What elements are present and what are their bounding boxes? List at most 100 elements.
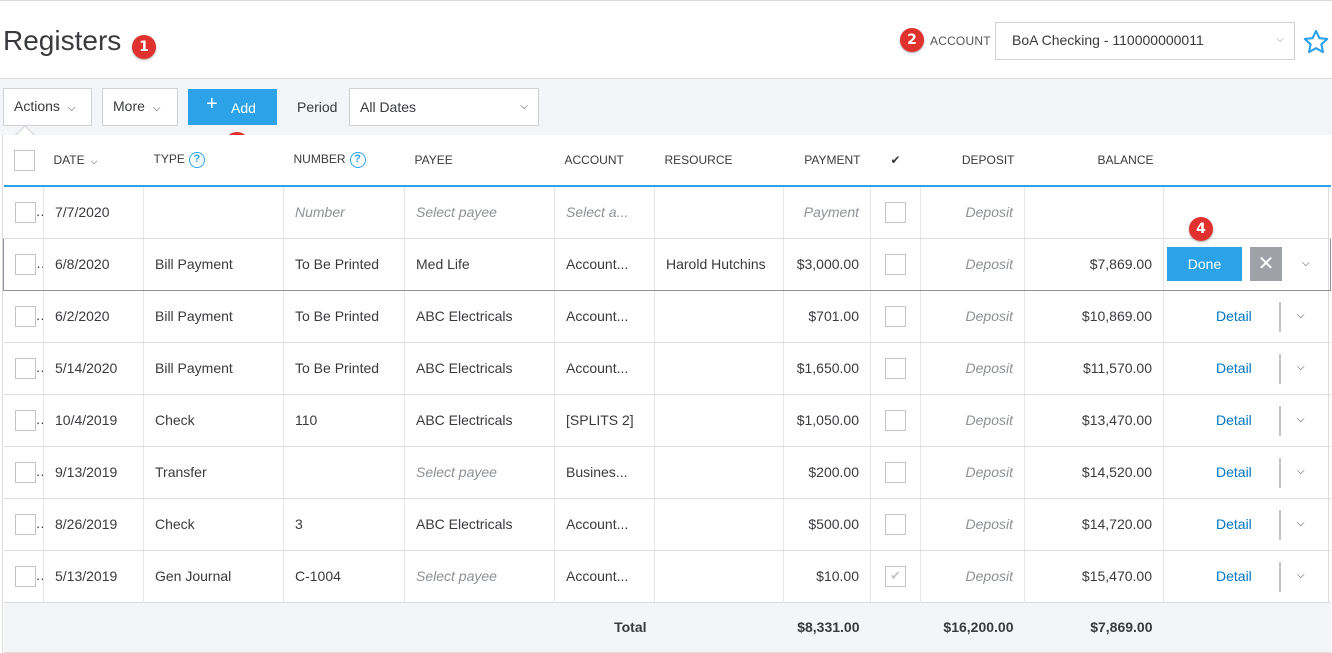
deposit-cell: Deposit bbox=[920, 290, 1025, 343]
new-cleared-cell bbox=[870, 186, 921, 239]
date-cell: 5/13/2019 bbox=[43, 550, 144, 603]
annotation-badge-1: 1 bbox=[132, 35, 156, 59]
resource-cell bbox=[654, 498, 784, 551]
deposit-cell: Deposit bbox=[920, 394, 1025, 447]
cleared-cell bbox=[870, 498, 921, 551]
plus-icon: + bbox=[206, 93, 218, 115]
row-checkbox[interactable] bbox=[14, 513, 36, 535]
new-number-input[interactable]: Number bbox=[283, 186, 405, 239]
payment-cell: $1,050.00 bbox=[783, 394, 871, 447]
row-checkbox[interactable] bbox=[15, 253, 36, 275]
cleared-checkbox[interactable] bbox=[885, 513, 906, 535]
select-all-cell bbox=[3, 135, 44, 187]
row-actions-cell: Detail ⌵ bbox=[1163, 290, 1331, 343]
balance-cell: $14,720.00 bbox=[1024, 498, 1164, 551]
new-account-select[interactable]: Select a... bbox=[554, 186, 655, 239]
row-actions-cell: Detail ⌵ bbox=[1163, 342, 1331, 395]
row-select-cell bbox=[3, 290, 44, 343]
period-select[interactable]: All Dates ⌵ bbox=[349, 88, 539, 126]
total-resource-spacer bbox=[654, 602, 784, 653]
number-cell: 3 bbox=[283, 498, 405, 551]
detail-link[interactable]: Detail bbox=[1216, 568, 1252, 584]
table-row[interactable]: 8/26/2019 Check 3 ABC Electricals Account...… bbox=[3, 498, 1331, 551]
close-icon[interactable]: ✕ bbox=[1250, 247, 1282, 281]
number-cell: C-1004 bbox=[283, 550, 405, 603]
detail-link[interactable]: Detail bbox=[1216, 412, 1252, 428]
type-cell: Bill Payment bbox=[143, 290, 284, 343]
cleared-checkbox[interactable] bbox=[885, 253, 906, 275]
totals-row: Total $8,331.00 $16,200.00 $7,869.00 bbox=[3, 602, 1331, 653]
table-row[interactable]: 5/14/2020 Bill Payment To Be Printed ABC El… bbox=[3, 342, 1331, 395]
row-select-cell bbox=[3, 237, 44, 291]
col-payment: PAYMENT bbox=[783, 135, 871, 187]
date-cell: 6/8/2020 bbox=[43, 237, 144, 291]
add-button[interactable]: + Add bbox=[188, 89, 277, 125]
cleared-checkbox[interactable] bbox=[885, 461, 906, 483]
detail-link[interactable]: Detail bbox=[1216, 464, 1252, 480]
table-header-row: DATE ⌵ TYPE? NUMBER? PAYEE ACCOUNT RESOUR… bbox=[3, 135, 1331, 187]
total-actions-spacer bbox=[1163, 602, 1331, 653]
balance-cell: $7,869.00 bbox=[1024, 237, 1164, 291]
chevron-down-icon[interactable]: ⌵ bbox=[1297, 414, 1305, 425]
col-balance: BALANCE bbox=[1024, 135, 1164, 187]
new-date-cell[interactable]: 7/7/2020 bbox=[43, 186, 144, 239]
table-row[interactable]: 10/4/2019 Check 110 ABC Electricals [SPLITS … bbox=[3, 394, 1331, 447]
new-payee-select[interactable]: Select payee bbox=[404, 186, 555, 239]
row-checkbox[interactable] bbox=[14, 201, 36, 223]
account-label: ACCOUNT bbox=[930, 34, 991, 48]
row-checkbox[interactable] bbox=[14, 565, 36, 587]
table-row[interactable]: 5/13/2019 Gen Journal C-1004 Select payee Ac… bbox=[3, 550, 1331, 603]
account-select[interactable]: BoA Checking - 110000000011 ⌵ bbox=[995, 22, 1295, 60]
help-circle-icon[interactable]: ? bbox=[349, 152, 366, 168]
row-select-cell bbox=[3, 550, 44, 603]
register-grid: DATE ⌵ TYPE? NUMBER? PAYEE ACCOUNT RESOUR… bbox=[2, 135, 1331, 653]
table-row[interactable]: 6/2/2020 Bill Payment To Be Printed ABC Ele… bbox=[3, 290, 1331, 343]
col-date[interactable]: DATE ⌵ bbox=[43, 135, 144, 187]
row-checkbox[interactable] bbox=[14, 305, 36, 327]
number-cell: To Be Printed bbox=[283, 290, 405, 343]
new-deposit-input[interactable]: Deposit bbox=[920, 186, 1025, 239]
col-resource: RESOURCE bbox=[654, 135, 784, 187]
table-row[interactable]: 9/13/2019 Transfer Select payee Busines... $… bbox=[3, 446, 1331, 499]
detail-link[interactable]: Detail bbox=[1216, 516, 1252, 532]
sort-chevron-icon: ⌵ bbox=[90, 156, 98, 166]
cleared-checkbox[interactable] bbox=[885, 201, 906, 223]
new-resource-cell[interactable] bbox=[654, 186, 784, 239]
detail-link[interactable]: Detail bbox=[1216, 308, 1252, 324]
actions-dropdown[interactable]: Actions ⌵ bbox=[3, 88, 92, 126]
row-select-cell bbox=[3, 394, 44, 447]
balance-cell: $10,869.00 bbox=[1024, 290, 1164, 343]
chevron-down-icon[interactable]: ⌵ bbox=[1297, 310, 1305, 321]
done-button[interactable]: Done bbox=[1167, 247, 1242, 281]
type-cell: Gen Journal bbox=[143, 550, 284, 603]
chevron-down-icon[interactable]: ⌵ bbox=[1297, 518, 1305, 529]
cleared-checkbox[interactable] bbox=[885, 357, 906, 379]
payee-cell: Select payee bbox=[404, 550, 555, 603]
new-type-cell bbox=[143, 186, 284, 239]
row-checkbox[interactable] bbox=[14, 409, 36, 431]
row-select-cell bbox=[3, 186, 44, 239]
detail-link[interactable]: Detail bbox=[1216, 360, 1252, 376]
deposit-cell: Deposit bbox=[920, 342, 1025, 395]
table-row[interactable]: 6/8/2020 Bill Payment To Be Printed Med Lif… bbox=[3, 237, 1331, 291]
select-all-checkbox[interactable] bbox=[13, 149, 35, 171]
row-checkbox[interactable] bbox=[14, 357, 36, 379]
chevron-down-icon[interactable]: ⌵ bbox=[1297, 570, 1305, 581]
row-checkbox[interactable] bbox=[14, 461, 36, 483]
account-cell: Account... bbox=[554, 498, 655, 551]
help-circle-icon[interactable]: ? bbox=[188, 152, 205, 168]
cleared-checkbox[interactable] bbox=[885, 409, 906, 431]
divider bbox=[1279, 561, 1281, 592]
new-payment-input[interactable]: Payment bbox=[783, 186, 871, 239]
payee-cell: ABC Electricals bbox=[404, 498, 555, 551]
chevron-down-icon[interactable]: ⌵ bbox=[1297, 466, 1305, 477]
deposit-cell: Deposit bbox=[920, 237, 1025, 291]
chevron-down-icon[interactable]: ⌵ bbox=[1297, 362, 1305, 373]
more-dropdown[interactable]: More ⌵ bbox=[102, 88, 178, 126]
col-actions bbox=[1163, 135, 1331, 187]
star-icon[interactable] bbox=[1302, 28, 1330, 56]
cleared-checkbox[interactable] bbox=[885, 305, 906, 327]
cleared-cell bbox=[870, 237, 921, 291]
chevron-down-icon[interactable]: ⌵ bbox=[1302, 258, 1310, 269]
cleared-checkbox[interactable] bbox=[885, 565, 906, 587]
